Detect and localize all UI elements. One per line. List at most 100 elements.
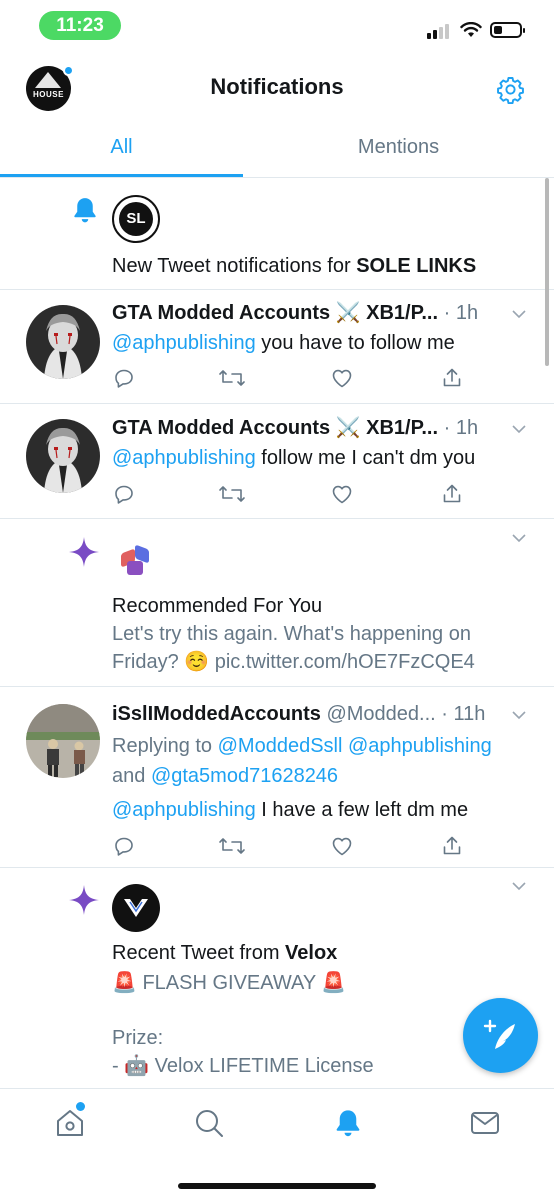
like-icon[interactable] [330,482,354,506]
user-name[interactable]: iSslIModdedAccounts [112,703,321,725]
tweet-time: · 1h [443,302,479,324]
sparkle-icon [69,885,99,915]
chevron-down-icon[interactable] [512,534,526,543]
retweet-icon[interactable] [218,482,246,506]
recommended-text-prefix: Friday? ☺️ [112,651,215,673]
scrollbar[interactable] [545,178,549,366]
sole-links-avatar[interactable]: SL [112,195,160,243]
compose-icon [483,1019,515,1049]
top-bar: HOUSE Notifications [0,52,554,124]
recommended-avatar[interactable] [117,543,155,581]
recommended-item[interactable]: Recommended For You Let's try this again… [0,519,554,687]
wifi-icon [460,22,482,37]
tweet-time: · 1h [443,417,479,439]
tweet-header: GTA Modded Accounts ⚔️ XB1/P... · 1h [112,299,482,327]
account-name[interactable]: SOLE LINKS [356,255,476,277]
recent-tweet-title-prefix: Recent Tweet from [112,942,286,964]
tweet-body: @aphpublishing you have to follow me [112,329,455,357]
reply-item[interactable]: iSslIModdedAccounts @Modded... · 11h Rep… [0,687,554,868]
replying-label: Replying to [112,735,218,757]
home-indicator[interactable] [178,1183,376,1189]
notification-text-prefix: New Tweet notifications for [112,255,357,277]
chevron-down-icon[interactable] [512,711,526,720]
recent-tweet-title: Recent Tweet from Velox [112,939,337,967]
recent-tweet-text: 🚨 FLASH GIVEAWAY 🚨 [112,972,347,994]
sparkle-icon [69,537,99,567]
recommended-text: Let's try this again. What's happening o… [112,623,471,645]
media-link[interactable]: pic.twitter.com/hOE7FzCQE4 [215,651,475,673]
search-icon [196,1110,223,1137]
like-icon[interactable] [330,366,354,390]
tab-all[interactable]: All [0,124,243,177]
tweet-actions [110,482,470,508]
share-icon[interactable] [440,482,464,506]
cellular-signal-icon [427,23,453,39]
avatar-logo-text: SL [119,202,153,236]
tweet-header: GTA Modded Accounts ⚔️ XB1/P... · 1h [112,414,482,442]
tweet-text: you have to follow me [255,332,455,354]
tweet-time: · 11h [441,703,486,725]
reply-icon[interactable] [112,366,136,390]
unread-dot [76,1102,85,1111]
mention-link[interactable]: @aphpublishing [112,332,256,354]
user-avatar[interactable] [26,419,100,493]
and-label: and [112,765,151,787]
tweet-item[interactable]: GTA Modded Accounts ⚔️ XB1/P... · 1h @ap… [0,290,554,404]
battery-icon [490,22,525,38]
velox-logo-icon [124,899,148,917]
battery-level [494,26,502,34]
velox-avatar[interactable] [112,884,160,932]
home-icon [57,1110,83,1136]
tab-search[interactable] [193,1107,225,1144]
reply-icon[interactable] [112,482,136,506]
retweet-icon[interactable] [218,366,246,390]
chevron-down-icon[interactable] [512,882,526,891]
share-icon[interactable] [440,366,464,390]
status-bar: 11:23 [0,0,554,52]
like-icon[interactable] [330,834,354,858]
user-name[interactable]: GTA Modded Accounts ⚔️ XB1/P... [112,417,438,439]
chevron-down-icon[interactable] [512,310,526,319]
account-name[interactable]: Velox [285,942,337,964]
tweet-header: iSslIModdedAccounts @Modded... · 11h [112,700,507,728]
tweet-actions [110,366,470,392]
mention-link[interactable]: @aphpublishing [112,447,256,469]
recent-tweet-prize-label: Prize: [112,1027,164,1049]
tweet-item[interactable]: GTA Modded Accounts ⚔️ XB1/P... · 1h @ap… [0,404,554,519]
user-name[interactable]: GTA Modded Accounts ⚔️ XB1/P... [112,302,438,324]
compose-tweet-button[interactable] [463,998,538,1073]
recommended-title: Recommended For You [112,595,323,617]
recommended-text-line2: Friday? ☺️ pic.twitter.com/hOE7FzCQE4 [112,648,475,676]
mention-link[interactable]: @aphpublishing [112,799,256,821]
page-title: Notifications [210,74,344,99]
status-time: 11:23 [39,11,121,40]
replying-to: Replying to @ModdedSsll @aphpublishing [112,732,492,760]
tab-notifications[interactable] [332,1107,364,1144]
user-handle[interactable]: @Modded... [326,703,435,725]
notification-item[interactable]: SL New Tweet notifications for SOLE LINK… [0,178,554,290]
recent-tweet-prize: - 🤖 Velox LIFETIME License [112,1055,374,1077]
tweet-actions [110,834,470,860]
gear-icon[interactable] [496,75,525,104]
user-avatar[interactable] [26,704,100,778]
tweet-body: @aphpublishing follow me I can't dm you [112,444,475,472]
retweet-icon[interactable] [218,834,246,858]
user-avatar[interactable] [26,305,100,379]
notifications-icon [336,1110,360,1137]
share-icon[interactable] [440,834,464,858]
notification-tabs: All Mentions [0,124,554,178]
notification-text: New Tweet notifications for SOLE LINKS [112,252,476,280]
tab-mentions[interactable]: Mentions [277,124,520,177]
tab-home[interactable] [54,1102,86,1144]
notification-feed[interactable]: SL New Tweet notifications for SOLE LINK… [0,178,554,1088]
mention-link[interactable]: @gta5mod71628246 [151,765,338,787]
messages-icon [471,1112,499,1134]
reply-icon[interactable] [112,834,136,858]
tab-messages[interactable] [469,1107,501,1144]
mention-link[interactable]: @ModdedSsll [218,735,343,757]
mention-link[interactable]: @aphpublishing [348,735,492,757]
bell-icon [74,198,96,223]
tweet-body: @aphpublishing I have a few left dm me [112,796,468,824]
chevron-down-icon[interactable] [512,425,526,434]
replying-to-line2: and @gta5mod71628246 [112,762,338,790]
